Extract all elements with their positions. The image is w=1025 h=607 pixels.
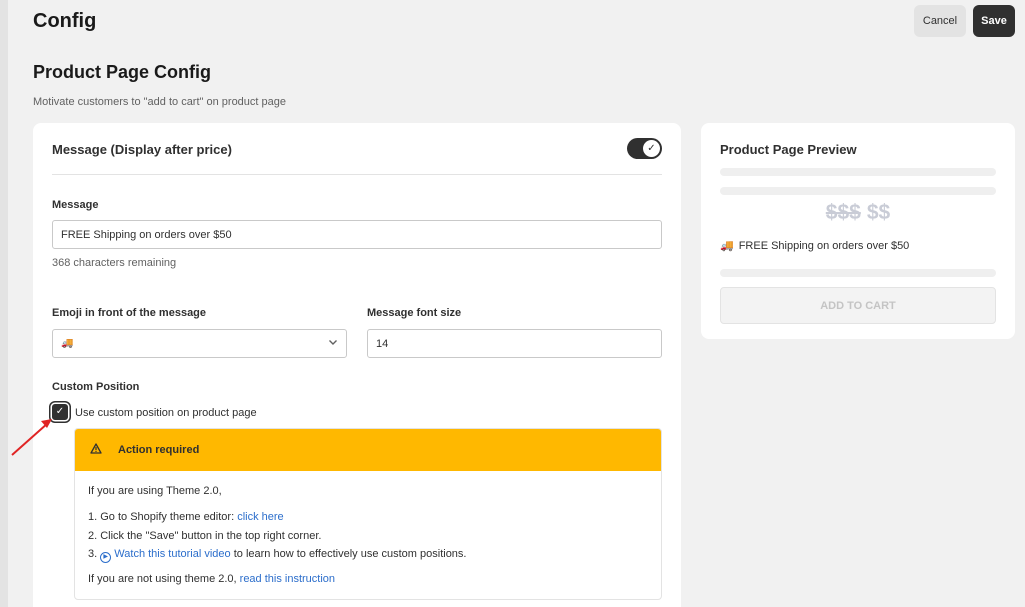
banner-header: Action required xyxy=(75,429,661,471)
play-circle-icon[interactable]: ▶ xyxy=(100,552,112,563)
preview-placeholder-bar xyxy=(720,269,996,277)
message-config-card: Message (Display after price) ✓ Message … xyxy=(33,123,681,607)
message-section-title: Message (Display after price) xyxy=(52,142,232,157)
font-size-value: 14 xyxy=(376,337,389,350)
step-3-prefix: 3. xyxy=(88,548,101,560)
message-input[interactable]: FREE Shipping on orders over $50 xyxy=(52,220,662,249)
action-required-banner: Action required If you are using Theme 2… xyxy=(74,428,662,600)
cancel-button[interactable]: Cancel xyxy=(914,5,966,37)
banner-intro: If you are using Theme 2.0, xyxy=(88,485,222,497)
preview-message-text: FREE Shipping on orders over $50 xyxy=(738,239,910,252)
custom-position-checkbox-label[interactable]: Use custom position on product page xyxy=(75,407,257,419)
truck-icon: 🚚 xyxy=(61,338,74,349)
message-label: Message xyxy=(52,199,99,211)
save-button[interactable]: Save xyxy=(973,5,1015,37)
section-divider xyxy=(52,174,662,175)
preview-placeholder-bar xyxy=(720,168,996,176)
preview-price: $$$ $$ xyxy=(701,201,1015,225)
preview-new-price: $$ xyxy=(866,201,891,224)
outro-text: If you are not using theme 2.0, xyxy=(88,573,240,585)
message-input-value: FREE Shipping on orders over $50 xyxy=(61,228,232,241)
product-preview-card: Product Page Preview $$$ $$ 🚚 FREE Shippi… xyxy=(701,123,1015,339)
banner-outro: If you are not using theme 2.0, read thi… xyxy=(88,573,335,585)
step-1-text: 1. Go to Shopify theme editor: xyxy=(88,511,238,523)
left-edge-strip xyxy=(0,0,8,607)
preview-title: Product Page Preview xyxy=(720,142,857,157)
preview-old-price: $$$ xyxy=(825,201,861,224)
tutorial-video-link[interactable]: Watch this tutorial video xyxy=(114,548,230,560)
preview-add-to-cart-button: ADD TO CART xyxy=(720,287,996,324)
custom-position-label: Custom Position xyxy=(52,381,140,393)
page-subtitle: Motivate customers to "add to cart" on p… xyxy=(33,96,286,108)
font-size-input[interactable]: 14 xyxy=(367,329,662,358)
banner-step-2: 2. Click the "Save" button in the top ri… xyxy=(88,530,322,542)
check-icon: ✓ xyxy=(643,140,660,157)
step-3-suffix: to learn how to effectively use custom p… xyxy=(230,548,467,560)
banner-title: Action required xyxy=(118,444,200,456)
custom-position-checkbox[interactable]: ✓ xyxy=(52,404,68,420)
chevron-down-icon xyxy=(328,337,338,350)
chars-remaining-text: 368 characters remaining xyxy=(52,257,177,269)
theme-editor-link[interactable]: click here xyxy=(237,511,283,523)
page-title: Product Page Config xyxy=(33,62,212,82)
message-enable-toggle[interactable]: ✓ xyxy=(627,138,662,159)
instruction-link[interactable]: read this instruction xyxy=(240,573,335,585)
emoji-label: Emoji in front of the message xyxy=(52,307,207,319)
check-icon: ✓ xyxy=(55,406,65,417)
preview-message: 🚚 FREE Shipping on orders over $50 xyxy=(720,239,910,253)
app-title: Config xyxy=(33,10,97,32)
banner-step-3: 3. ▶ Watch this tutorial video to learn … xyxy=(88,548,466,563)
banner-step-1: 1. Go to Shopify theme editor: click her… xyxy=(88,511,284,523)
warning-icon xyxy=(89,443,103,457)
preview-placeholder-bar xyxy=(720,187,996,195)
truck-icon: 🚚 xyxy=(720,240,734,252)
emoji-select[interactable]: 🚚 xyxy=(52,329,347,358)
font-size-label: Message font size xyxy=(367,307,462,319)
